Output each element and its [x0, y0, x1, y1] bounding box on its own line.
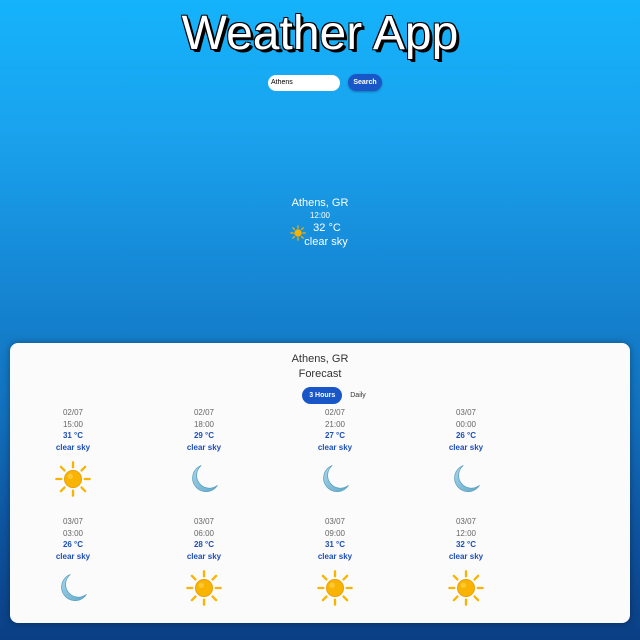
- forecast-date: 02/07: [193, 408, 215, 417]
- forecast-date: 03/07: [455, 517, 477, 526]
- current-temp-row: 32 °C: [0, 221, 640, 241]
- app-title: Weather App: [181, 7, 459, 60]
- forecast-date: 02/07: [324, 408, 346, 417]
- sun-icon: [448, 570, 484, 606]
- forecast-date: 03/07: [193, 517, 215, 526]
- forecast-time: 06:00: [193, 528, 215, 538]
- forecast-time: 15:00: [62, 419, 84, 429]
- forecast-item: 03/07 06:00 28 °C clear sky: [154, 516, 254, 606]
- moon-icon: [317, 461, 353, 497]
- forecast-item: 03/07 00:00 26 °C clear sky: [416, 407, 516, 497]
- moon-icon: [448, 461, 484, 497]
- moon-icon: [186, 461, 222, 497]
- forecast-temp: 31 °C: [324, 540, 346, 549]
- forecast-date: 02/07: [62, 408, 84, 417]
- search-button[interactable]: Search: [348, 74, 382, 91]
- forecast-item: 03/07 09:00 31 °C clear sky: [285, 516, 385, 606]
- forecast-temp: 26 °C: [62, 540, 84, 549]
- forecast-time: 18:00: [193, 419, 215, 429]
- forecast-item: 02/07 21:00 27 °C clear sky: [285, 407, 385, 497]
- forecast-temp: 26 °C: [455, 431, 477, 440]
- forecast-desc: clear sky: [55, 442, 91, 452]
- forecast-desc: clear sky: [186, 551, 222, 561]
- forecast-desc: clear sky: [448, 442, 484, 452]
- current-weather: Athens, GR 12:00 32 °C clear sky: [0, 196, 640, 249]
- moon-icon: [55, 570, 91, 606]
- forecast-item: 02/07 15:00 31 °C clear sky: [23, 407, 123, 497]
- sun-icon: [317, 570, 353, 606]
- forecast-temp: 27 °C: [324, 431, 346, 440]
- forecast-time: 21:00: [324, 419, 346, 429]
- forecast-temp: 31 °C: [62, 431, 84, 440]
- forecast-desc: clear sky: [448, 551, 484, 561]
- tab-daily[interactable]: Daily: [344, 387, 372, 404]
- forecast-desc: clear sky: [186, 442, 222, 452]
- forecast-time: 03:00: [62, 528, 84, 538]
- forecast-temp: 29 °C: [193, 431, 215, 440]
- forecast-date: 03/07: [62, 517, 84, 526]
- forecast-panel: Athens, GR Forecast 3 Hours Daily 02/07 1…: [10, 343, 630, 623]
- forecast-desc: clear sky: [317, 551, 353, 561]
- forecast-temp: 28 °C: [193, 540, 215, 549]
- forecast-title: Forecast: [298, 368, 342, 380]
- current-description: clear sky: [304, 236, 348, 248]
- sun-icon: [186, 570, 222, 606]
- sun-icon: [55, 461, 91, 497]
- forecast-time: 12:00: [455, 528, 477, 538]
- search-input[interactable]: [268, 74, 340, 91]
- search-bar: Search: [0, 74, 640, 91]
- current-time: 12:00: [309, 211, 331, 220]
- forecast-item: 03/07 12:00 32 °C clear sky: [416, 516, 516, 606]
- forecast-temp: 32 °C: [455, 540, 477, 549]
- forecast-time: 09:00: [324, 528, 346, 538]
- forecast-desc: clear sky: [55, 551, 91, 561]
- sun-icon: [290, 225, 306, 245]
- forecast-item: 03/07 03:00 26 °C clear sky: [23, 516, 123, 606]
- forecast-date: 03/07: [455, 408, 477, 417]
- current-city: Athens, GR: [291, 197, 349, 209]
- tab-3-hours[interactable]: 3 Hours: [302, 387, 343, 404]
- forecast-desc: clear sky: [317, 442, 353, 452]
- forecast-item: 02/07 18:00 29 °C clear sky: [154, 407, 254, 497]
- forecast-tabs: 3 Hours Daily: [10, 387, 630, 404]
- forecast-time: 00:00: [455, 419, 477, 429]
- forecast-city: Athens, GR: [291, 353, 349, 365]
- forecast-date: 03/07: [324, 517, 346, 526]
